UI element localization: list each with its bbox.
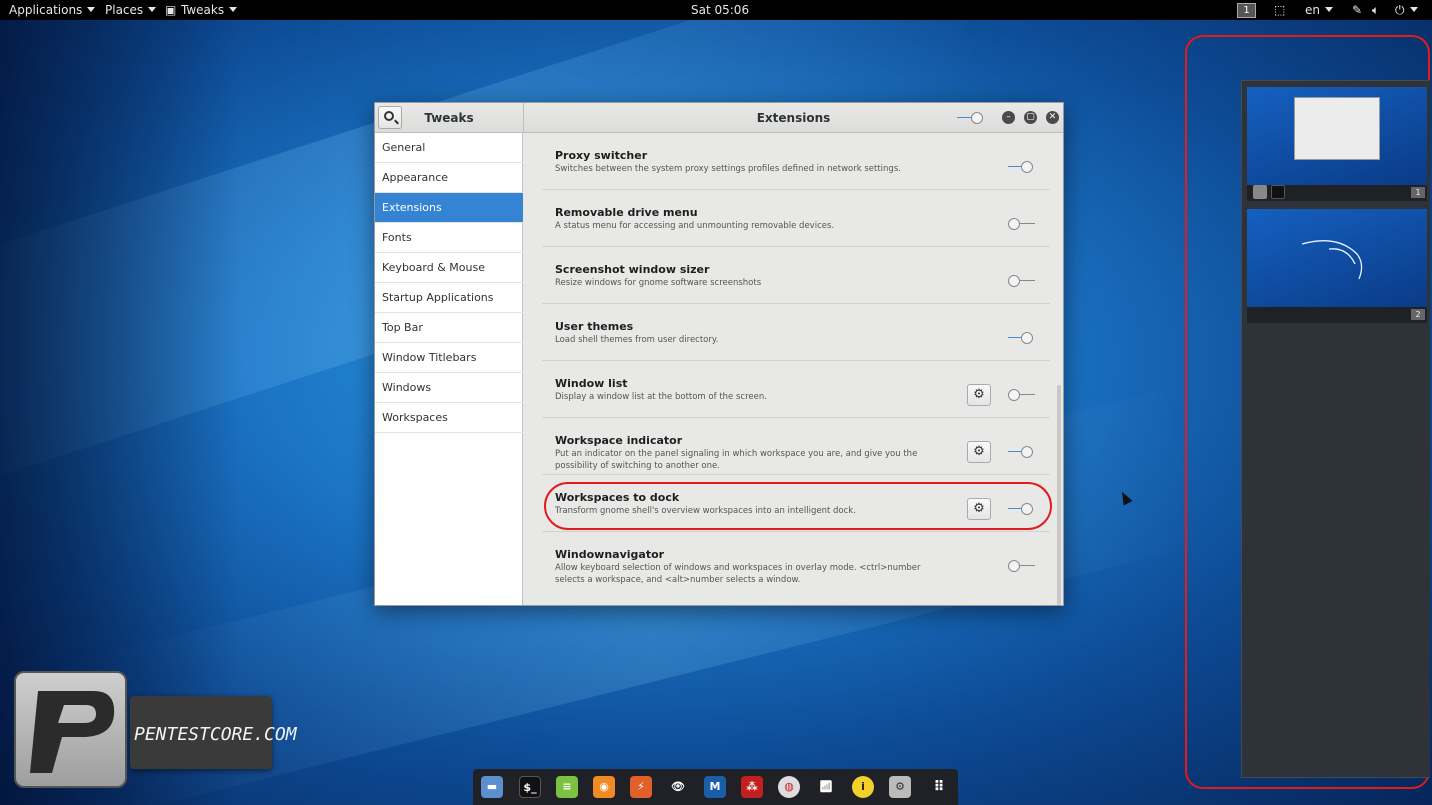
places-menu[interactable]: Places: [105, 3, 156, 17]
extension-name: Workspace indicator: [555, 434, 683, 447]
terminal-icon[interactable]: $_: [519, 776, 541, 798]
extension-name: Window list: [555, 377, 628, 390]
extension-description: A status menu for accessing and unmounti…: [555, 221, 835, 231]
extensions-list: Proxy switcher Switches between the syst…: [524, 133, 1063, 605]
eye-icon[interactable]: 👁︎: [667, 776, 689, 798]
workspace-indicator[interactable]: 1: [1237, 3, 1256, 18]
extension-toggle[interactable]: [1008, 389, 1036, 401]
sidebar-item-windows[interactable]: Windows: [375, 373, 523, 403]
tweaks-window-icon[interactable]: [1253, 185, 1267, 199]
tweaks-app-icon[interactable]: ▣: [165, 3, 176, 17]
extension-name: Removable drive menu: [555, 206, 698, 219]
extension-description: Display a window list at the bottom of t…: [555, 392, 767, 402]
metasploit-icon[interactable]: M: [704, 776, 726, 798]
network-icon[interactable]: ✎: [1352, 3, 1362, 17]
workspace-bar-2: 2: [1247, 307, 1427, 323]
extension-name: User themes: [555, 320, 634, 333]
sidebar: General Appearance Extensions Fonts Keyb…: [375, 133, 523, 605]
extension-description: Load shell themes from user directory.: [555, 335, 719, 345]
close-button[interactable]: ✕: [1046, 111, 1059, 124]
extension-toggle[interactable]: [1008, 275, 1036, 287]
extension-row: User themes Load shell themes from user …: [542, 304, 1050, 361]
show-applications-icon[interactable]: ⠿: [928, 776, 950, 798]
workspace-number: 1: [1411, 187, 1425, 198]
extension-row: Removable drive menu A status menu for a…: [542, 190, 1050, 247]
sidebar-title: Tweaks: [424, 111, 474, 125]
extension-description: Put an indicator on the panel signaling …: [555, 449, 918, 471]
sidebar-item-appearance[interactable]: Appearance: [375, 163, 523, 193]
sidebar-item-startup-applications[interactable]: Startup Applications: [375, 283, 523, 313]
language-menu[interactable]: en: [1305, 3, 1333, 17]
window-thumbnail[interactable]: [1294, 97, 1380, 160]
wireless-icon[interactable]: 📶︎: [815, 776, 837, 798]
sidebar-item-window-titlebars[interactable]: Window Titlebars: [375, 343, 523, 373]
files-icon[interactable]: ▬: [481, 776, 503, 798]
sidebar-item-general[interactable]: General: [375, 133, 523, 163]
gear-icon: ⚙: [973, 444, 985, 459]
terminal-window-icon[interactable]: [1271, 185, 1285, 199]
extension-toggle[interactable]: [1008, 332, 1036, 344]
gear-icon: ⚙: [973, 387, 985, 402]
minimize-button[interactable]: –: [1002, 111, 1015, 124]
faraday-icon[interactable]: i: [852, 776, 874, 798]
clock[interactable]: Sat 05:06: [691, 3, 749, 17]
bottom-dock: ▬ $_ ≡ ◉ ⚡ 👁︎ M ⁂ ◍ 📶︎ i ⚙ ⠿: [473, 769, 958, 805]
workspace-switcher-icon[interactable]: ⬚: [1274, 3, 1285, 17]
logo-p-icon: [14, 671, 127, 788]
burpsuite-icon[interactable]: ⚡: [630, 776, 652, 798]
extension-row: Window list Display a window list at the…: [542, 361, 1050, 418]
workspaces-dock: 1 2: [1241, 80, 1430, 778]
scrollbar[interactable]: [1057, 385, 1061, 605]
sidebar-item-extensions[interactable]: Extensions: [375, 193, 523, 223]
workspace-thumbnail-1[interactable]: [1247, 87, 1427, 187]
extension-row: Screenshot window sizer Resize windows f…: [542, 247, 1050, 304]
extension-toggle[interactable]: [1008, 161, 1036, 173]
extension-name: Proxy switcher: [555, 149, 648, 162]
volume-icon[interactable]: 🔈︎: [1372, 3, 1379, 18]
window-header: Tweaks Extensions – ▢ ✕: [375, 103, 1063, 133]
extension-settings-button[interactable]: ⚙: [967, 441, 991, 463]
sidebar-item-workspaces[interactable]: Workspaces: [375, 403, 523, 433]
top-bar: Applications Places ▣ Tweaks Sat 05:06 1…: [0, 0, 1432, 20]
extensions-master-switch[interactable]: [957, 112, 985, 124]
extension-toggle[interactable]: [1008, 560, 1036, 572]
extension-name: Screenshot window sizer: [555, 263, 710, 276]
text-editor-icon[interactable]: ≡: [556, 776, 578, 798]
applications-menu[interactable]: Applications: [9, 3, 95, 17]
armitage-icon[interactable]: ⁂: [741, 776, 763, 798]
sidebar-item-fonts[interactable]: Fonts: [375, 223, 523, 253]
extension-name: Windownavigator: [555, 548, 665, 561]
sidebar-item-keyboard-mouse[interactable]: Keyboard & Mouse: [375, 253, 523, 283]
tweaks-app-menu[interactable]: Tweaks: [181, 3, 237, 17]
logo-text: PENTESTCORE.COM: [134, 724, 297, 745]
highlight-oval: [544, 482, 1052, 530]
tweaks-window: Tweaks Extensions – ▢ ✕ General Appearan…: [374, 102, 1064, 606]
extension-toggle[interactable]: [1008, 446, 1036, 458]
maximize-button[interactable]: ▢: [1024, 111, 1037, 124]
power-icon[interactable]: ⏻: [1395, 3, 1418, 18]
extension-toggle[interactable]: [1008, 218, 1036, 230]
extension-row: Proxy switcher Switches between the syst…: [542, 133, 1050, 190]
extension-row: Workspace indicator Put an indicator on …: [542, 418, 1050, 475]
firefox-icon[interactable]: ◉: [593, 776, 615, 798]
workspace-bar-1: 1: [1247, 185, 1427, 201]
sidebar-item-top-bar[interactable]: Top Bar: [375, 313, 523, 343]
maltego-icon[interactable]: ◍: [778, 776, 800, 798]
extension-description: Switches between the system proxy settin…: [555, 164, 901, 174]
extension-description: Resize windows for gnome software screen…: [555, 278, 762, 288]
workspace-number: 2: [1411, 309, 1425, 320]
dragon-logo-icon: [1301, 240, 1363, 280]
extension-row: Windownavigator Allow keyboard selection…: [542, 532, 1050, 589]
tweaks-dock-icon[interactable]: ⚙: [889, 776, 911, 798]
extension-settings-button[interactable]: ⚙: [967, 384, 991, 406]
workspace-thumbnail-2[interactable]: [1247, 209, 1427, 309]
extension-description: Allow keyboard selection of windows and …: [555, 563, 921, 585]
